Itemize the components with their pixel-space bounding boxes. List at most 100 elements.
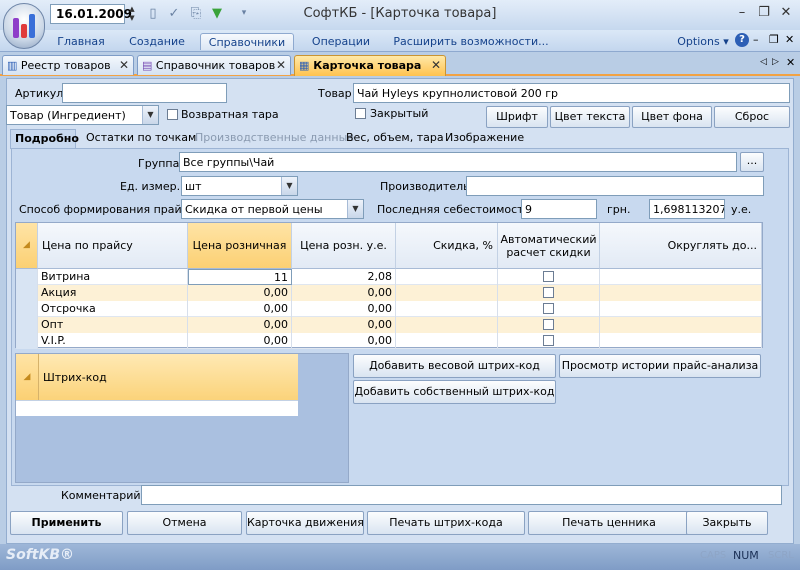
options-menu[interactable]: Options ▾: [674, 33, 732, 50]
retail-cell[interactable]: 0,00: [188, 333, 292, 349]
tab-details[interactable]: Подробно: [10, 129, 79, 149]
col-header-price-name[interactable]: Цена по прайсу: [38, 223, 188, 269]
table-row[interactable]: Акция 0,00 0,00: [16, 285, 762, 301]
retail-usd-cell[interactable]: 0,00: [292, 285, 396, 301]
retail-cell[interactable]: 0,00: [188, 317, 292, 333]
restore-icon[interactable]: ❐: [754, 5, 774, 20]
mdi-restore-icon[interactable]: ❐: [769, 33, 779, 46]
add-own-barcode-button[interactable]: Добавить собственный штрих-код: [353, 380, 556, 404]
discount-cell[interactable]: [396, 269, 498, 285]
tab-scroll-right-icon[interactable]: ▷: [772, 57, 779, 67]
chevron-down-icon[interactable]: ▼: [281, 177, 297, 195]
table-row[interactable]: [16, 400, 298, 416]
doc-tab-product-card[interactable]: ▦ Карточка товара ✕: [294, 55, 446, 76]
retail-usd-cell[interactable]: 0,00: [292, 333, 396, 349]
unit-combo[interactable]: шт ▼: [181, 176, 298, 196]
closed-checkbox[interactable]: [355, 108, 366, 119]
apply-button[interactable]: Применить: [10, 511, 123, 535]
background-color-button[interactable]: Цвет фона: [632, 106, 712, 128]
tab-weight-volume[interactable]: Вес, объем, тара: [346, 131, 444, 144]
text-color-button[interactable]: Цвет текста: [550, 106, 630, 128]
table-row[interactable]: Отсрочка 0,00 0,00: [16, 301, 762, 317]
quick-access-dropdown-icon[interactable]: ▾: [236, 5, 252, 22]
auto-discount-checkbox[interactable]: [543, 271, 554, 282]
round-cell[interactable]: [600, 317, 762, 333]
col-header-discount[interactable]: Скидка, %: [396, 223, 498, 269]
discount-cell[interactable]: [396, 301, 498, 317]
product-type-combo[interactable]: Товар (Ингредиент) ▼: [6, 105, 159, 125]
close-tab-icon[interactable]: ✕: [431, 58, 441, 72]
font-button[interactable]: Шрифт: [486, 106, 548, 128]
tab-operations[interactable]: Операции: [305, 33, 377, 50]
app-menu-orb[interactable]: [3, 3, 45, 49]
retail-usd-cell[interactable]: 0,00: [292, 301, 396, 317]
tab-scroll-left-icon[interactable]: ◁: [760, 57, 767, 67]
returnable-checkbox[interactable]: [167, 109, 178, 120]
chevron-down-icon[interactable]: ▼: [347, 200, 363, 218]
retail-usd-cell[interactable]: 0,00: [292, 317, 396, 333]
tab-point-stock[interactable]: Остатки по точкам: [86, 131, 196, 144]
grid-corner-icon[interactable]: ◢: [16, 223, 38, 269]
minimize-icon[interactable]: –: [732, 5, 752, 20]
table-row[interactable]: V.I.P. 0,00 0,00: [16, 333, 762, 349]
tab-image[interactable]: Изображение: [445, 131, 524, 144]
date-spinner[interactable]: ▲ ▼: [126, 5, 138, 23]
date-field[interactable]: 16.01.2009: [50, 4, 132, 24]
col-header-barcode[interactable]: Штрих-код: [38, 354, 298, 400]
price-history-button[interactable]: Просмотр истории прайс-анализа: [559, 354, 761, 378]
tab-close-all-icon[interactable]: ✕: [786, 56, 795, 69]
print-barcode-button[interactable]: Печать штрих-кода: [367, 511, 525, 535]
movement-card-button[interactable]: Карточка движения: [246, 511, 364, 535]
price-mode-combo[interactable]: Скидка от первой цены ▼: [181, 199, 364, 219]
filter-icon[interactable]: ▼: [209, 5, 225, 22]
auto-discount-checkbox[interactable]: [543, 287, 554, 298]
col-header-retail[interactable]: Цена розничная: [188, 223, 292, 269]
retail-cell[interactable]: 0,00: [188, 301, 292, 317]
col-header-round[interactable]: Округлять до...: [600, 223, 762, 269]
close-tab-icon[interactable]: ✕: [119, 58, 129, 72]
mdi-close-icon[interactable]: ✕: [785, 33, 794, 46]
table-row[interactable]: Опт 0,00 0,00: [16, 317, 762, 333]
comment-input[interactable]: [141, 485, 782, 505]
retail-cell[interactable]: 11: [188, 269, 292, 285]
add-weight-barcode-button[interactable]: Добавить весовой штрих-код: [353, 354, 556, 378]
doc-tab-product-reference[interactable]: ▤ Справочник товаров ✕: [137, 55, 291, 75]
last-cost-input[interactable]: 9: [521, 199, 597, 219]
discount-cell[interactable]: [396, 333, 498, 349]
mdi-minimize-icon[interactable]: –: [753, 33, 759, 46]
tab-references[interactable]: Справочники: [200, 33, 294, 50]
chevron-down-icon[interactable]: ▼: [142, 106, 158, 124]
auto-discount-checkbox[interactable]: [543, 319, 554, 330]
col-header-retail-usd[interactable]: Цена розн. у.е.: [292, 223, 396, 269]
table-row[interactable]: Витрина 11 2,08: [16, 269, 762, 285]
producer-input[interactable]: [466, 176, 764, 196]
auto-discount-checkbox[interactable]: [543, 335, 554, 346]
tab-create[interactable]: Создание: [122, 33, 192, 50]
new-document-icon[interactable]: ▯: [145, 5, 161, 22]
retail-cell[interactable]: 0,00: [188, 285, 292, 301]
close-button[interactable]: Закрыть: [686, 511, 768, 535]
round-cell[interactable]: [600, 333, 762, 349]
help-icon[interactable]: ?: [735, 33, 749, 47]
group-browse-button[interactable]: ...: [740, 152, 764, 172]
doc-tab-product-registry[interactable]: ▥ Реестр товаров ✕: [2, 55, 134, 75]
copy-icon[interactable]: ⎘: [188, 5, 204, 22]
article-input[interactable]: [62, 83, 227, 103]
check-icon[interactable]: ✓: [166, 5, 182, 22]
close-tab-icon[interactable]: ✕: [276, 58, 286, 72]
discount-cell[interactable]: [396, 285, 498, 301]
rate-input[interactable]: 1,6981132075471: [649, 199, 725, 219]
col-header-auto-discount[interactable]: Автоматический расчет скидки: [498, 223, 600, 269]
group-input[interactable]: Все группы\Чай: [179, 152, 737, 172]
tab-extend[interactable]: Расширить возможности...: [390, 33, 552, 50]
close-icon[interactable]: ✕: [776, 5, 796, 20]
reset-button[interactable]: Сброс: [714, 106, 790, 128]
round-cell[interactable]: [600, 269, 762, 285]
auto-discount-checkbox[interactable]: [543, 303, 554, 314]
cancel-button[interactable]: Отмена: [127, 511, 242, 535]
tab-home[interactable]: Главная: [50, 33, 112, 50]
discount-cell[interactable]: [396, 317, 498, 333]
retail-usd-cell[interactable]: 2,08: [292, 269, 396, 285]
grid-corner-icon[interactable]: ◢: [16, 354, 38, 400]
product-name-input[interactable]: Чай Hyleys крупнолистовой 200 гр: [353, 83, 790, 103]
